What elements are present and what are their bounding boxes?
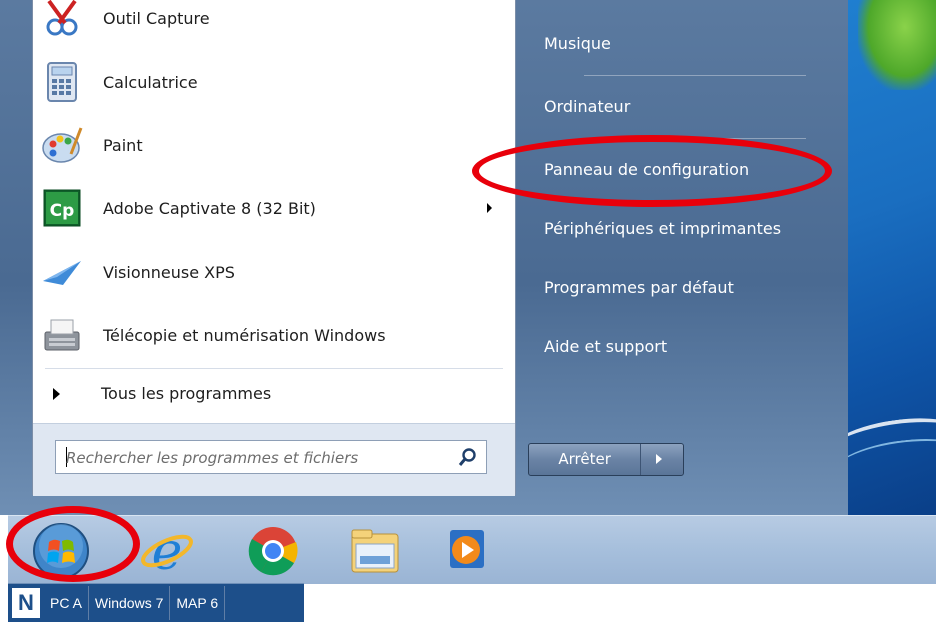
shutdown-button[interactable]: Arrêter [529, 444, 642, 475]
right-item-devices-printers[interactable]: Périphériques et imprimantes [544, 219, 781, 238]
quick-button-pc-a[interactable]: PC A [44, 586, 89, 620]
right-item-music[interactable]: Musique [544, 34, 611, 53]
chrome-icon[interactable] [244, 522, 302, 580]
shutdown-button-group: Arrêter [528, 443, 684, 476]
calculator-icon [47, 62, 77, 102]
captivate-icon: Cp [43, 189, 81, 227]
app-label: Outil Capture [103, 8, 210, 28]
expand-arrow-icon [53, 388, 60, 400]
annotation-ellipse-control-panel [472, 135, 832, 207]
app-item-adobe-captivate[interactable]: Cp Adobe Captivate 8 (32 Bit) [33, 178, 515, 238]
app-item-calculator[interactable]: Calculatrice [33, 52, 515, 112]
app-item-snipping-tool[interactable]: Outil Capture [33, 0, 515, 48]
search-input[interactable] [64, 444, 448, 472]
internet-explorer-icon[interactable]: e [138, 522, 196, 580]
app-item-fax-scan[interactable]: Télécopie et numérisation Windows [33, 305, 515, 365]
app-item-xps-viewer[interactable]: Visionneuse XPS [33, 242, 515, 302]
search-icon[interactable] [458, 447, 478, 467]
quick-button-map-6[interactable]: MAP 6 [170, 586, 226, 620]
svg-text:Cp: Cp [50, 201, 75, 221]
start-menu: Outil Capture Calculatrice Paint Cp Adob… [0, 0, 848, 515]
app-label: Visionneuse XPS [103, 262, 235, 282]
app-label: Calculatrice [103, 72, 198, 92]
paint-palette-icon [42, 127, 83, 163]
search-box[interactable] [55, 440, 487, 474]
media-player-icon[interactable] [442, 522, 500, 580]
right-item-default-programs[interactable]: Programmes par défaut [544, 278, 734, 297]
fax-scan-icon [44, 319, 80, 351]
right-separator [584, 75, 806, 76]
quick-launch-bar: N PC A Windows 7 MAP 6 [8, 583, 304, 622]
app-item-paint[interactable]: Paint [33, 115, 515, 175]
submenu-arrow-icon [487, 203, 492, 213]
desktop-leaf-graphic [858, 0, 936, 90]
taskbar-pinned-area: e [8, 515, 936, 584]
n-logo[interactable]: N [12, 588, 40, 618]
snipping-tool-icon [46, 0, 78, 36]
start-menu-right-pane: Musique Ordinateur Panneau de configurat… [516, 0, 838, 495]
right-item-help-support[interactable]: Aide et support [544, 337, 667, 356]
xps-viewer-icon [43, 261, 81, 285]
annotation-ellipse-start-button [6, 506, 140, 582]
taskbar: e N PC A Windows 7 MAP 6 [0, 515, 936, 627]
all-programs-button[interactable]: Tous les programmes [33, 372, 515, 416]
file-explorer-icon[interactable] [346, 522, 404, 580]
search-area [33, 423, 515, 496]
app-label: Adobe Captivate 8 (32 Bit) [103, 198, 316, 218]
all-programs-label: Tous les programmes [101, 384, 272, 403]
shutdown-options-button[interactable] [641, 444, 683, 475]
start-menu-left-pane: Outil Capture Calculatrice Paint Cp Adob… [32, 0, 516, 496]
right-item-computer[interactable]: Ordinateur [544, 97, 630, 116]
svg-text:e: e [152, 522, 183, 580]
quick-button-windows-7[interactable]: Windows 7 [89, 586, 171, 620]
app-label: Paint [103, 135, 143, 155]
desktop-background [838, 0, 936, 515]
chevron-right-icon [656, 454, 663, 464]
menu-separator [45, 368, 503, 369]
app-label: Télécopie et numérisation Windows [103, 325, 386, 345]
